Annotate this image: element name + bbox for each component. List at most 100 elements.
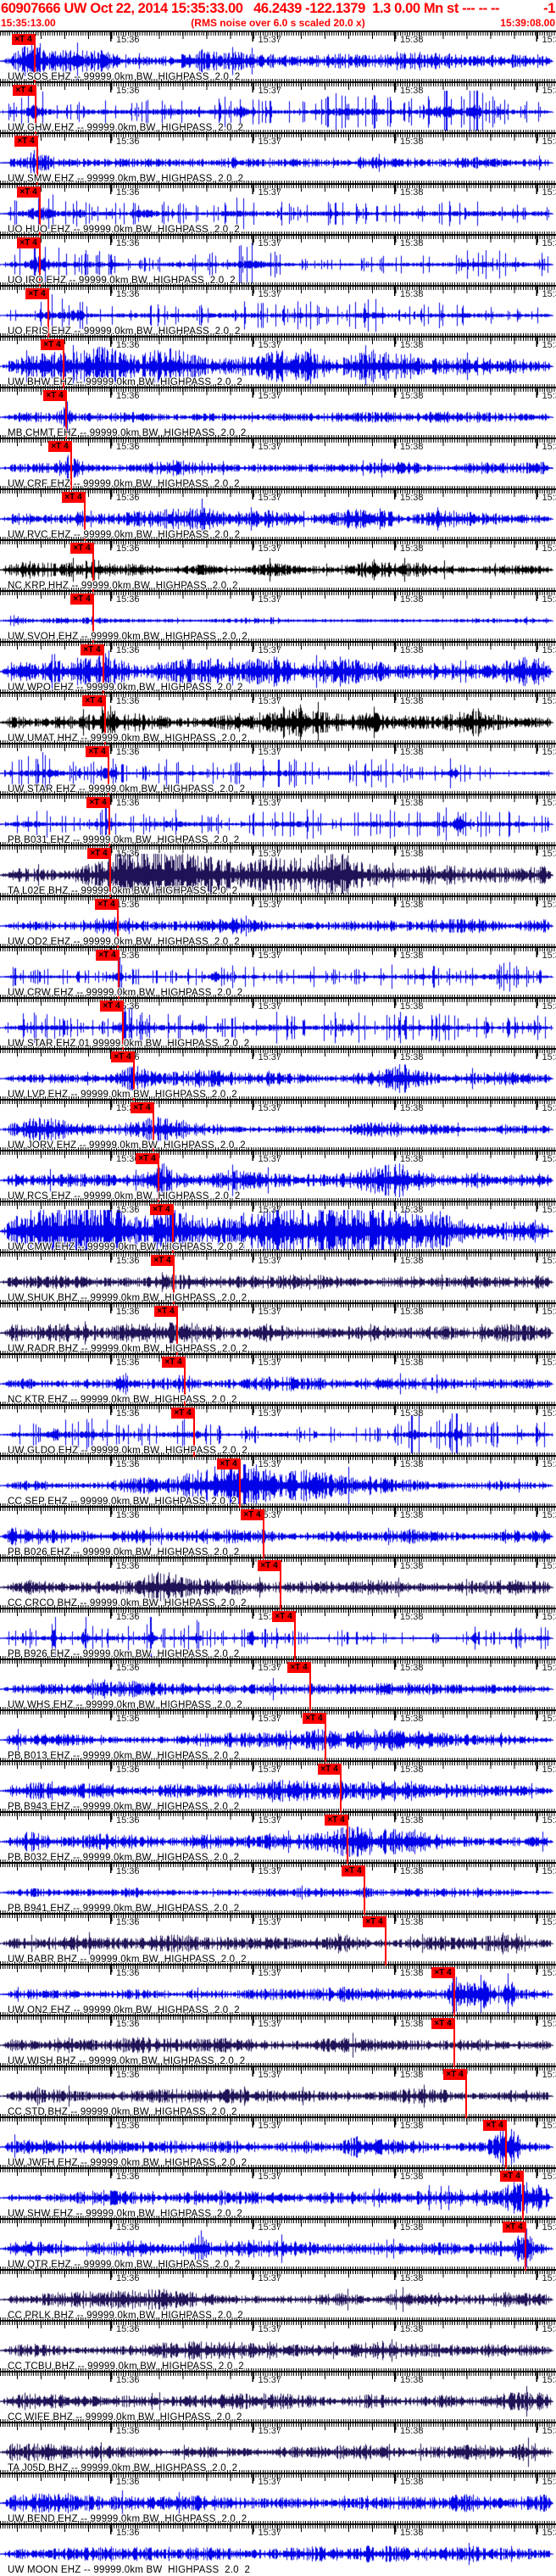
station-label: CC PRLK BHZ -- 99999.0km BW HIGHPASS 2.0… — [8, 2311, 243, 2321]
trace-row: ×T 4 CC CRCO BHZ -- 99999.0km BW HIGHPAS… — [0, 1554, 556, 1609]
pick-badge[interactable]: ×T 4 — [272, 1611, 295, 1622]
trace-row: ×T 4 NC KTR EHZ -- 99999.0km BW HIGHPASS… — [0, 1351, 556, 1406]
pick-badge[interactable]: ×T 4 — [111, 1051, 134, 1062]
pick-badge[interactable]: ×T 4 — [443, 2069, 466, 2080]
station-label: UW OD2 EHZ -- 99999.0km BW HIGHPASS 2.0 … — [8, 937, 240, 947]
pick-badge[interactable]: ×T 4 — [82, 695, 105, 706]
trace-row: ×T 4 UW LVP EHZ -- 99999.0km BW HIGHPASS… — [0, 1045, 556, 1101]
pick-badge[interactable]: ×T 4 — [95, 899, 118, 910]
trace-row: ×T 4 UW WPO EHZ -- 99999.0km BW HIGHPASS… — [0, 638, 556, 694]
trace-row: ×T 4 UW WHS EHZ -- 99999.0km BW HIGHPASS… — [0, 1656, 556, 1711]
pick-badge[interactable]: ×T 4 — [150, 1204, 173, 1215]
trace-row: ×T 4 UW CRF EHZ -- 99999.0km BW HIGHPASS… — [0, 435, 556, 490]
station-label: UW GHW EHZ -- 99999.0km BW HIGHPASS 2.0 … — [8, 123, 244, 133]
station-label: UW WHS EHZ -- 99999.0km BW HIGHPASS 2.0 … — [8, 1700, 242, 1710]
trace-row: ×T 4 UW BABR BHZ -- 99999.0km BW HIGHPAS… — [0, 1910, 556, 1965]
pick-badge[interactable]: ×T 4 — [431, 2018, 454, 2029]
station-label: UW BABR BHZ -- 99999.0km BW HIGHPASS 2.0… — [8, 1954, 247, 1965]
trace-row: ×T 4 UW GHW EHZ -- 99999.0km BW HIGHPASS… — [0, 79, 556, 134]
pick-badge[interactable]: ×T 4 — [87, 848, 110, 859]
station-label: UW LVP EHZ -- 99999.0km BW HIGHPASS 2.0 … — [8, 1090, 237, 1100]
station-label: PB B031 EHZ -- 99999.0km BW HIGHPASS 2.0… — [8, 835, 240, 845]
trace-row: ×T 4 CC STD BHZ -- 99999.0km BW HIGHPASS… — [0, 2063, 556, 2118]
pick-badge[interactable]: ×T 4 — [171, 1408, 194, 1419]
station-label: UW WISH BHZ -- 99999.0km BW HIGHPASS 2.0… — [8, 2056, 246, 2066]
pick-badge[interactable]: ×T 4 — [217, 1458, 240, 1469]
pick-badge[interactable]: ×T 4 — [500, 2171, 523, 2182]
pick-badge[interactable]: ×T 4 — [162, 1357, 185, 1368]
event-flag: -1 — [543, 1, 555, 16]
trace-row: ×T 4 TA L02E BHZ -- 99999.0km BW HIGHPAS… — [0, 842, 556, 897]
pick-badge[interactable]: ×T 4 — [62, 492, 85, 503]
pick-badge[interactable]: ×T 4 — [131, 1102, 153, 1113]
pick-badge[interactable]: ×T 4 — [86, 797, 109, 808]
trace-row: ×T 4 UW SHUK BHZ -- 99999.0km BW HIGHPAS… — [0, 1249, 556, 1304]
station-label: UW UMAT HHZ -- 99999.0km BW HIGHPASS 2.0… — [8, 733, 247, 744]
trace-row: ×T 4 PB B013 EHZ -- 99999.0km BW HIGHPAS… — [0, 1707, 556, 1762]
pick-badge[interactable]: ×T 4 — [325, 1815, 348, 1826]
trace-row: ×T 4 PB B941 EHZ -- 99999.0km BW HIGHPAS… — [0, 1860, 556, 1915]
pick-badge[interactable]: ×T 4 — [100, 1001, 123, 1012]
pick-badge[interactable]: ×T 4 — [41, 339, 64, 350]
pick-badge[interactable]: ×T 4 — [258, 1560, 281, 1571]
pick-badge[interactable]: ×T 4 — [70, 594, 93, 605]
pick-badge[interactable]: ×T 4 — [81, 644, 103, 655]
station-label: UW SHW EHZ -- 99999.0km BW HIGHPASS 2.0 … — [8, 2209, 242, 2219]
station-label: UW ON2 EHZ -- 99999.0km BW HIGHPASS 2.0 … — [8, 2005, 240, 2016]
event-summary: 60907666 UW Oct 22, 2014 15:35:33.00 46.… — [1, 1, 500, 16]
station-label: TA L02E BHZ -- 99999.0km BW HIGHPASS 2.0… — [8, 886, 238, 896]
pick-badge[interactable]: ×T 4 — [12, 34, 35, 45]
pick-badge[interactable]: ×T 4 — [154, 1306, 177, 1317]
trace-row: CC WIFE BHZ -- 99999.0km BW HIGHPASS 2.0… — [0, 2368, 556, 2423]
trace-row: ×T 4 UW RCS EHZ -- 99999.0km BW HIGHPASS… — [0, 1147, 556, 1202]
station-label: UW RADR BHZ -- 99999.0km BW HIGHPASS 2.0… — [8, 1344, 247, 1354]
station-label: UW SVOH EHZ -- 99999.0km BW HIGHPASS 2.0… — [8, 632, 247, 642]
pick-badge[interactable]: ×T 4 — [241, 1509, 264, 1520]
station-label: UW STAR EHZ 01 99999.0km BW HIGHPASS 2.0… — [8, 1039, 250, 1049]
pick-badge[interactable]: ×T 4 — [70, 543, 93, 554]
station-label: CC WIFE BHZ -- 99999.0km BW HIGHPASS 2.0… — [8, 2412, 242, 2423]
pick-badge[interactable]: ×T 4 — [431, 1967, 454, 1978]
station-label: CC SEP EHZ -- 99999.0km BW HIGHPASS 2.0 … — [8, 1497, 237, 1507]
pick-badge[interactable]: ×T 4 — [43, 390, 66, 401]
pick-badge[interactable]: ×T 4 — [303, 1713, 325, 1724]
pick-badge[interactable]: ×T 4 — [48, 441, 71, 452]
trace-row: ×T 4 PB B026 EHZ -- 99999.0km BW HIGHPAS… — [0, 1503, 556, 1558]
station-label: UO IRO EHZ -- 99999.0km BW HIGHPASS 2.0 … — [8, 276, 236, 286]
pick-badge[interactable]: ×T 4 — [151, 1255, 174, 1266]
trace-row: ×T 4 UO HUO EHZ -- 99999.0km BW HIGHPASS… — [0, 181, 556, 236]
station-label: PB B926 EHZ -- 99999.0km BW HIGHPASS 2.0… — [8, 1649, 240, 1659]
trace-row: ×T 4 UW RADR BHZ -- 99999.0km BW HIGHPAS… — [0, 1300, 556, 1355]
trace-row: ×T 4 PB B031 EHZ -- 99999.0km BW HIGHPAS… — [0, 791, 556, 846]
station-label: PB B032 EHZ -- 99999.0km BW HIGHPASS 2.0… — [8, 1853, 240, 1863]
pick-badge[interactable]: ×T 4 — [136, 1153, 158, 1164]
trace-row: ×T 4 MB CHMT EHZ -- 99999.0km BW HIGHPAS… — [0, 384, 556, 439]
pick-badge[interactable]: ×T 4 — [318, 1764, 341, 1775]
pick-badge[interactable]: ×T 4 — [342, 1865, 364, 1876]
event-header: 60907666 UW Oct 22, 2014 15:35:33.00 46.… — [0, 0, 556, 31]
trace-row: ×T 4 UW STAR EHZ -- 99999.0km BW HIGHPAS… — [0, 740, 556, 795]
station-label: UW CMW EHZ -- 99999.0km BW HIGHPASS 2.0 … — [8, 1242, 244, 1252]
pick-badge[interactable]: ×T 4 — [17, 187, 40, 198]
station-label: UW SMW EHZ -- 99999.0km BW HIGHPASS 2.0 … — [8, 174, 244, 184]
pick-badge[interactable]: ×T 4 — [96, 950, 119, 961]
pick-badge[interactable]: ×T 4 — [86, 746, 108, 757]
pick-badge[interactable]: ×T 4 — [25, 288, 48, 299]
station-label: PB B026 EHZ -- 99999.0km BW HIGHPASS 2.0… — [8, 1547, 240, 1558]
pick-badge[interactable]: ×T 4 — [14, 136, 37, 147]
trace-row: ×T 4 PB B943 EHZ -- 99999.0km BW HIGHPAS… — [0, 1758, 556, 1813]
trace-row: ×T 4 PB B926 EHZ -- 99999.0km BW HIGHPAS… — [0, 1605, 556, 1660]
trace-row: ×T 4 UW RVC EHZ -- 99999.0km BW HIGHPASS… — [0, 486, 556, 541]
station-label: CC TCBU BHZ -- 99999.0km BW HIGHPASS 2.0… — [8, 2361, 244, 2372]
trace-row: ×T 4 UW JWFH EHZ -- 99999.0km BW HIGHPAS… — [0, 2114, 556, 2169]
pick-badge[interactable]: ×T 4 — [17, 237, 40, 248]
station-label: UW CRW EHZ -- 99999.0km BW HIGHPASS 2.0 … — [8, 988, 243, 998]
trace-row: ×T 4 UW SVOH EHZ -- 99999.0km BW HIGHPAS… — [0, 588, 556, 643]
pick-badge[interactable]: ×T 4 — [503, 2222, 525, 2233]
pick-badge[interactable]: ×T 4 — [287, 1662, 310, 1673]
pick-badge[interactable]: ×T 4 — [363, 1916, 386, 1927]
pick-badge[interactable]: ×T 4 — [483, 2120, 506, 2131]
station-label: PB B941 EHZ -- 99999.0km BW HIGHPASS 2.0… — [8, 1904, 240, 1914]
station-label: UW CRF EHZ -- 99999.0km BW HIGHPASS 2.0 … — [8, 479, 240, 489]
pick-badge[interactable]: ×T 4 — [13, 85, 36, 96]
